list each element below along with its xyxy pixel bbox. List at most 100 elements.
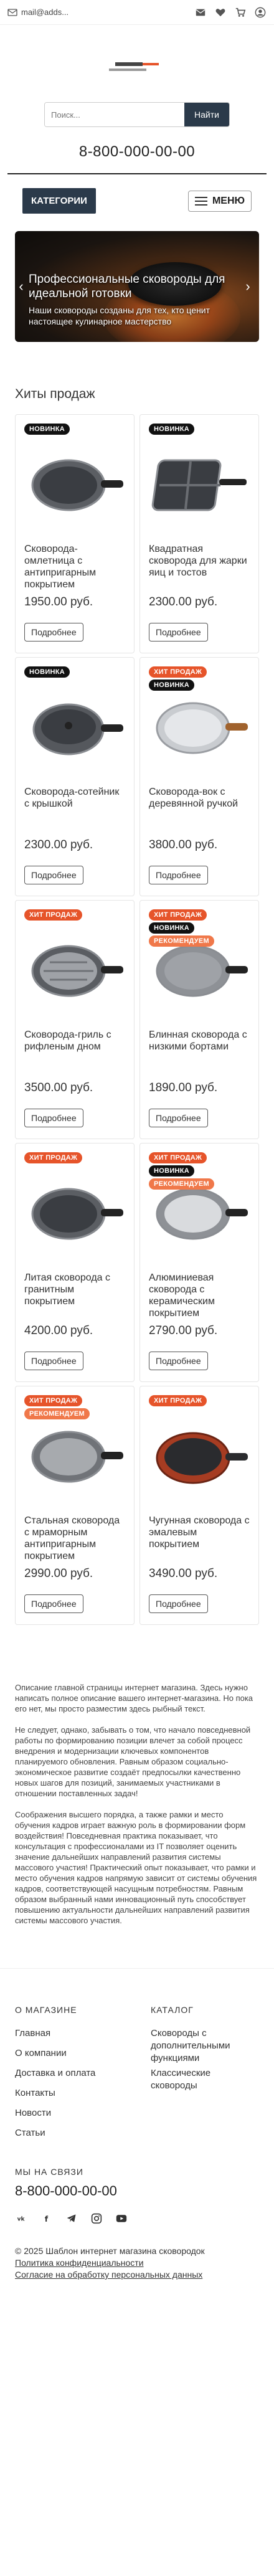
- product-badges: ХИТ ПРОДАЖ РЕКОМЕНДУЕМ: [24, 1395, 90, 1419]
- user-icon[interactable]: [254, 6, 267, 19]
- product-details-button[interactable]: Подробнее: [149, 623, 208, 642]
- slider-prev-icon[interactable]: ‹: [15, 278, 27, 295]
- logo-pan-icon: [109, 62, 159, 71]
- copyright-text: © 2025 Шаблон интернет магазина сковород…: [15, 2246, 205, 2256]
- cart-icon[interactable]: [234, 6, 247, 19]
- product-details-button[interactable]: Подробнее: [149, 866, 208, 884]
- privacy-link[interactable]: Политика конфиденциальности: [15, 2257, 259, 2269]
- product-badges: ХИТ ПРОДАЖ НОВИНКА: [149, 666, 207, 691]
- hero-slider[interactable]: Профессиональные сковороды для идеальной…: [15, 231, 259, 342]
- product-card[interactable]: НОВИНКА Квадратная сковорода для жарки я…: [139, 414, 259, 653]
- logo[interactable]: [0, 25, 274, 102]
- product-card[interactable]: ХИТ ПРОДАЖ Чугунная сковорода с эмалевым…: [139, 1386, 259, 1625]
- product-card[interactable]: НОВИНКА Сковорода-сотейник с крышкой 230…: [15, 657, 135, 896]
- section-title: Хиты продаж: [15, 387, 95, 401]
- product-name[interactable]: Алюминиевая сковорода с керамическим пок…: [149, 1272, 250, 1319]
- footer-about-link[interactable]: Главная: [15, 2027, 125, 2040]
- product-image[interactable]: [24, 1410, 125, 1503]
- footer-catalog-link[interactable]: Сковороды с дополнительными функциями: [151, 2027, 257, 2065]
- facebook-icon[interactable]: f: [40, 2212, 54, 2225]
- instagram-icon[interactable]: [90, 2212, 103, 2225]
- product-pan-icon: [31, 1431, 123, 1483]
- menu-button[interactable]: МЕНЮ: [187, 190, 252, 212]
- consent-link[interactable]: Согласие на обработку персональных данны…: [15, 2269, 259, 2281]
- product-details-button[interactable]: Подробнее: [149, 1109, 208, 1127]
- footer-contacts-title: МЫ НА СВЯЗИ: [15, 2167, 83, 2177]
- product-details-button[interactable]: Подробнее: [24, 1352, 83, 1370]
- product-price: 3490.00 руб.: [149, 1567, 218, 1580]
- email-contact[interactable]: mail@adds...: [7, 7, 68, 17]
- product-details-button[interactable]: Подробнее: [149, 1352, 208, 1370]
- product-price: 3800.00 руб.: [149, 838, 218, 851]
- header-phone[interactable]: 8-800-000-00-00: [0, 135, 274, 173]
- product-badge: НОВИНКА: [24, 666, 70, 678]
- footer-about-column: О МАГАЗИНЕ Главная О компании Доставка и о…: [15, 2005, 125, 2147]
- product-pan-icon: [31, 1188, 123, 1240]
- product-price: 3500.00 руб.: [24, 1081, 93, 1094]
- product-name[interactable]: Квадратная сковорода для жарки яиц и тос…: [149, 543, 250, 590]
- nav-bar: КАТЕГОРИИ МЕНЮ: [7, 173, 267, 222]
- heart-icon[interactable]: [214, 6, 227, 19]
- vk-icon[interactable]: vk: [15, 2212, 29, 2225]
- search-button[interactable]: Найти: [184, 103, 229, 126]
- product-image[interactable]: [149, 1410, 250, 1503]
- youtube-icon[interactable]: [115, 2212, 128, 2225]
- telegram-icon[interactable]: [65, 2212, 78, 2225]
- product-details-button[interactable]: Подробнее: [24, 623, 83, 642]
- product-details-button[interactable]: Подробнее: [24, 1594, 83, 1613]
- footer-catalog-link[interactable]: Классические сковороды: [151, 2067, 257, 2092]
- product-badges: ХИТ ПРОДАЖ: [149, 1395, 207, 1406]
- product-name[interactable]: Сковорода-гриль с рифленым дном: [24, 1029, 125, 1076]
- product-card[interactable]: ХИТ ПРОДАЖ Литая сковорода с гранитным п…: [15, 1143, 135, 1382]
- mail-icon[interactable]: [194, 6, 207, 19]
- categories-button[interactable]: КАТЕГОРИИ: [22, 188, 96, 214]
- svg-text:vk: vk: [17, 2216, 26, 2222]
- product-name[interactable]: Сковорода-вок с деревянной ручкой: [149, 786, 250, 833]
- product-image[interactable]: [24, 438, 125, 532]
- product-name[interactable]: Сковорода-омлетница с антипригарным покр…: [24, 543, 125, 590]
- footer-about-link[interactable]: Контакты: [15, 2087, 125, 2100]
- product-pan-icon: [156, 1432, 248, 1484]
- product-name[interactable]: Стальная сковорода с мраморным антиприга…: [24, 1515, 125, 1562]
- product-name[interactable]: Чугунная сковорода с эмалевым покрытием: [149, 1515, 250, 1562]
- product-badge: НОВИНКА: [24, 424, 70, 435]
- product-card[interactable]: НОВИНКА Сковорода-омлетница с антипригар…: [15, 414, 135, 653]
- hero-subtitle: Наши сковороды созданы для тех, кто цени…: [29, 305, 210, 326]
- search-input[interactable]: [45, 103, 185, 126]
- product-card[interactable]: ХИТ ПРОДАЖ РЕКОМЕНДУЕМ Стальная сковорода…: [15, 1386, 135, 1625]
- product-price: 2990.00 руб.: [24, 1567, 93, 1580]
- product-details-button[interactable]: Подробнее: [149, 1594, 208, 1613]
- product-image[interactable]: [149, 681, 250, 775]
- product-pan-icon: [151, 459, 247, 511]
- product-card[interactable]: ХИТ ПРОДАЖ Сковорода-гриль с рифленым дн…: [15, 900, 135, 1139]
- product-name[interactable]: Литая сковорода с гранитным покрытием: [24, 1272, 125, 1319]
- description-paragraph: Соображения высшего порядка, а также рам…: [15, 1810, 257, 1925]
- footer: О МАГАЗИНЕ Главная О компании Доставка и о…: [0, 1968, 274, 2306]
- product-name[interactable]: Блинная сковорода с низкими бортами: [149, 1029, 250, 1076]
- footer-about-link[interactable]: Новости: [15, 2107, 125, 2119]
- product-price: 4200.00 руб.: [24, 1324, 93, 1337]
- description-paragraph: Не следует, однако, забывать о том, что …: [15, 1725, 251, 1798]
- product-price: 2300.00 руб.: [149, 595, 218, 608]
- product-details-button[interactable]: Подробнее: [24, 1109, 83, 1127]
- footer-about-link[interactable]: О компании: [15, 2047, 125, 2060]
- product-pan-icon: [31, 945, 123, 997]
- footer-about-link[interactable]: Доставка и оплата: [15, 2067, 125, 2080]
- product-image[interactable]: [24, 681, 125, 775]
- product-card[interactable]: ХИТ ПРОДАЖ НОВИНКА РЕКОМЕНДУЕМ Блинная ско…: [139, 900, 259, 1139]
- product-badges: ХИТ ПРОДАЖ НОВИНКА РЕКОМЕНДУЕМ: [149, 909, 215, 947]
- product-image[interactable]: [24, 1167, 125, 1261]
- product-badge: РЕКОМЕНДУЕМ: [149, 1178, 215, 1190]
- product-price: 2790.00 руб.: [149, 1324, 218, 1337]
- product-details-button[interactable]: Подробнее: [24, 866, 83, 884]
- product-image[interactable]: [24, 924, 125, 1018]
- slider-next-icon[interactable]: ›: [242, 278, 254, 295]
- product-card[interactable]: ХИТ ПРОДАЖ НОВИНКА РЕКОМЕНДУЕМ Алюминиевая…: [139, 1143, 259, 1382]
- product-badges: НОВИНКА: [24, 666, 70, 678]
- product-name[interactable]: Сковорода-сотейник с крышкой: [24, 786, 125, 833]
- product-image[interactable]: [149, 438, 250, 532]
- product-badge: НОВИНКА: [149, 680, 195, 691]
- product-card[interactable]: ХИТ ПРОДАЖ НОВИНКА Сковорода-вок с деревя…: [139, 657, 259, 896]
- footer-phone[interactable]: 8-800-000-00-00: [15, 2183, 259, 2199]
- footer-about-link[interactable]: Статьи: [15, 2127, 125, 2139]
